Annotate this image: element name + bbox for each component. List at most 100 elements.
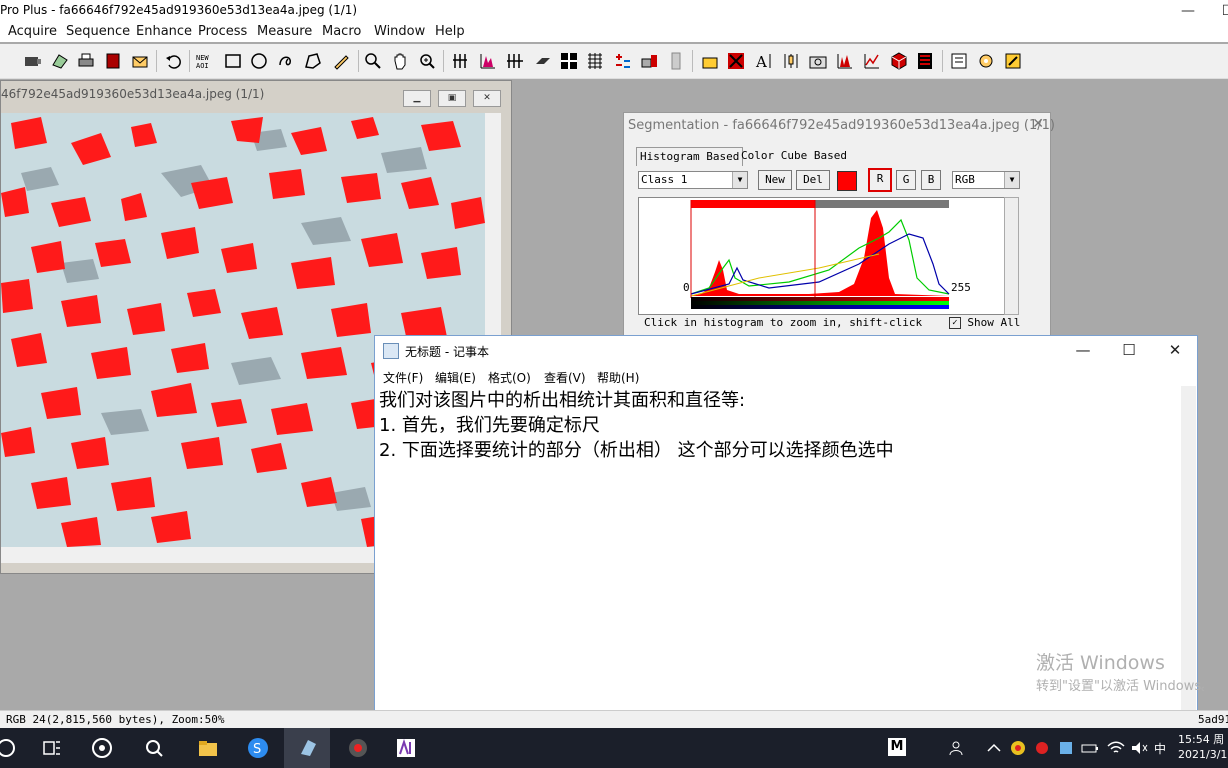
notepad-icon xyxy=(383,343,399,359)
red-channel-button[interactable]: R xyxy=(868,168,892,192)
segmentation-close-button[interactable]: ✕ xyxy=(1032,116,1044,132)
menu-enhance[interactable]: Enhance xyxy=(136,24,192,39)
search-circle-icon[interactable] xyxy=(0,736,18,760)
rectangle-icon[interactable] xyxy=(223,51,243,71)
green-channel-button[interactable]: G xyxy=(896,170,916,190)
magnify-icon[interactable] xyxy=(417,51,437,71)
taskbar: S M 中 15:54 周 2021/3/1 xyxy=(0,728,1228,768)
bitmap-icon[interactable] xyxy=(533,51,553,71)
freehand-icon[interactable] xyxy=(276,51,296,71)
menu-sequence[interactable]: Sequence xyxy=(66,24,130,39)
line-profile-icon[interactable] xyxy=(505,51,525,71)
menu-acquire[interactable]: Acquire xyxy=(8,24,57,39)
clock-date[interactable]: 2021/3/1 xyxy=(1178,748,1227,761)
color-space-select[interactable]: RGB ▼ xyxy=(952,171,1020,189)
save-icon[interactable] xyxy=(103,51,123,71)
app-minimize-button[interactable]: — xyxy=(1168,0,1208,22)
battery-icon[interactable] xyxy=(1078,736,1102,760)
zoom-icon[interactable] xyxy=(363,51,383,71)
ime-indicator[interactable]: 中 xyxy=(1154,740,1166,757)
notepad-menu-view[interactable]: 查看(V) xyxy=(544,369,586,386)
class-color-swatch[interactable] xyxy=(837,171,857,191)
segment-icon[interactable] xyxy=(726,51,746,71)
tab-histogram-based[interactable]: Histogram Based xyxy=(636,147,744,166)
chevron-down-icon: ▼ xyxy=(732,172,747,188)
sogou-icon[interactable]: S xyxy=(246,736,270,760)
notepad-close-button[interactable]: ✕ xyxy=(1155,338,1195,362)
task-view-icon[interactable] xyxy=(40,736,64,760)
notepad-menu-format[interactable]: 格式(O) xyxy=(488,369,531,386)
camera-icon[interactable] xyxy=(22,51,42,71)
mail-icon[interactable] xyxy=(130,51,150,71)
volume-icon[interactable] xyxy=(1128,736,1152,760)
segmentation-title: Segmentation - fa66646f792e45ad919360e53… xyxy=(628,118,1055,133)
notepad-menu-help[interactable]: 帮助(H) xyxy=(597,369,639,386)
bars-icon[interactable] xyxy=(450,51,470,71)
edit-macro-icon[interactable] xyxy=(1003,51,1023,71)
annotation-icon[interactable] xyxy=(781,51,801,71)
gear-icon[interactable] xyxy=(976,51,996,71)
snapshot-icon[interactable] xyxy=(808,51,828,71)
notepad-text-area[interactable]: 我们对该图片中的析出相统计其面积和直径等: 1. 首先，我们先要确定标尺 2. … xyxy=(379,388,894,463)
clock-time[interactable]: 15:54 周 xyxy=(1178,731,1224,747)
image-minimize-button[interactable]: ▁ xyxy=(403,90,431,107)
tray-blue-icon[interactable] xyxy=(1054,736,1078,760)
report-icon[interactable] xyxy=(915,51,935,71)
people-icon[interactable] xyxy=(946,736,970,760)
menu-process[interactable]: Process xyxy=(198,24,247,39)
segmentation-hint: Click in histogram to zoom in, shift-cli… xyxy=(644,316,923,329)
keyboard-indicator-icon[interactable]: M xyxy=(888,738,906,756)
wifi-icon[interactable] xyxy=(1104,736,1128,760)
palette-icon[interactable] xyxy=(666,51,686,71)
menu-measure[interactable]: Measure xyxy=(257,24,312,39)
data-icon[interactable] xyxy=(700,51,720,71)
chart-icon[interactable] xyxy=(835,51,855,71)
polygon-icon[interactable] xyxy=(303,51,323,71)
image-close-button[interactable]: ✕ xyxy=(473,90,501,107)
delete-class-button[interactable]: Del xyxy=(796,170,830,190)
tray-app-icon[interactable] xyxy=(1006,736,1030,760)
notepad-minimize-button[interactable]: — xyxy=(1063,338,1103,362)
image-pro-icon[interactable] xyxy=(394,736,418,760)
measure-icon[interactable] xyxy=(640,51,660,71)
recorder-icon[interactable] xyxy=(346,736,370,760)
menu-help[interactable]: Help xyxy=(435,24,465,39)
new-class-button[interactable]: New xyxy=(758,170,792,190)
browser-search-icon[interactable] xyxy=(142,736,166,760)
notepad-taskbar-icon[interactable] xyxy=(296,736,320,760)
menu-window[interactable]: Window xyxy=(374,24,425,39)
notepad-menu-file[interactable]: 文件(F) xyxy=(383,369,423,386)
text-tool-icon[interactable]: A xyxy=(754,51,774,71)
ellipse-icon[interactable] xyxy=(249,51,269,71)
svg-text:AOI: AOI xyxy=(196,62,209,70)
image-restore-button[interactable]: ▣ xyxy=(438,90,466,107)
tray-red-icon[interactable] xyxy=(1030,736,1054,760)
calibration-icon[interactable] xyxy=(612,51,632,71)
grid-icon[interactable] xyxy=(559,51,579,71)
menu-macro[interactable]: Macro xyxy=(322,24,361,39)
cube-icon[interactable] xyxy=(889,51,909,71)
notepad-menu-edit[interactable]: 编辑(E) xyxy=(435,369,476,386)
print-icon[interactable] xyxy=(76,51,96,71)
tab-color-cube-based[interactable]: Color Cube Based xyxy=(738,147,850,165)
hand-icon[interactable] xyxy=(390,51,410,71)
chevron-up-icon[interactable] xyxy=(982,736,1006,760)
blue-channel-button[interactable]: B xyxy=(921,170,941,190)
macro-icon[interactable] xyxy=(949,51,969,71)
histogram-icon[interactable] xyxy=(478,51,498,71)
line-chart-icon[interactable] xyxy=(862,51,882,71)
undo-icon[interactable] xyxy=(163,51,183,71)
capture-icon[interactable] xyxy=(50,51,70,71)
pencil-icon[interactable] xyxy=(331,51,351,71)
file-explorer-icon[interactable] xyxy=(196,736,220,760)
histogram-panel[interactable]: 0 255 xyxy=(638,197,1006,315)
count-icon[interactable] xyxy=(585,51,605,71)
notepad-maximize-button[interactable]: ☐ xyxy=(1109,338,1149,362)
show-all-checkbox[interactable]: ✓ xyxy=(948,317,961,329)
pinwheel-app-icon[interactable] xyxy=(90,736,114,760)
new-aoi-icon[interactable]: NEWAOI xyxy=(195,51,215,71)
class-select[interactable]: Class 1 ▼ xyxy=(638,171,748,189)
app-maximize-button[interactable]: ☐ xyxy=(1208,0,1228,22)
selection-range-bar xyxy=(691,200,815,208)
histogram-scrollbar[interactable] xyxy=(1004,197,1019,315)
